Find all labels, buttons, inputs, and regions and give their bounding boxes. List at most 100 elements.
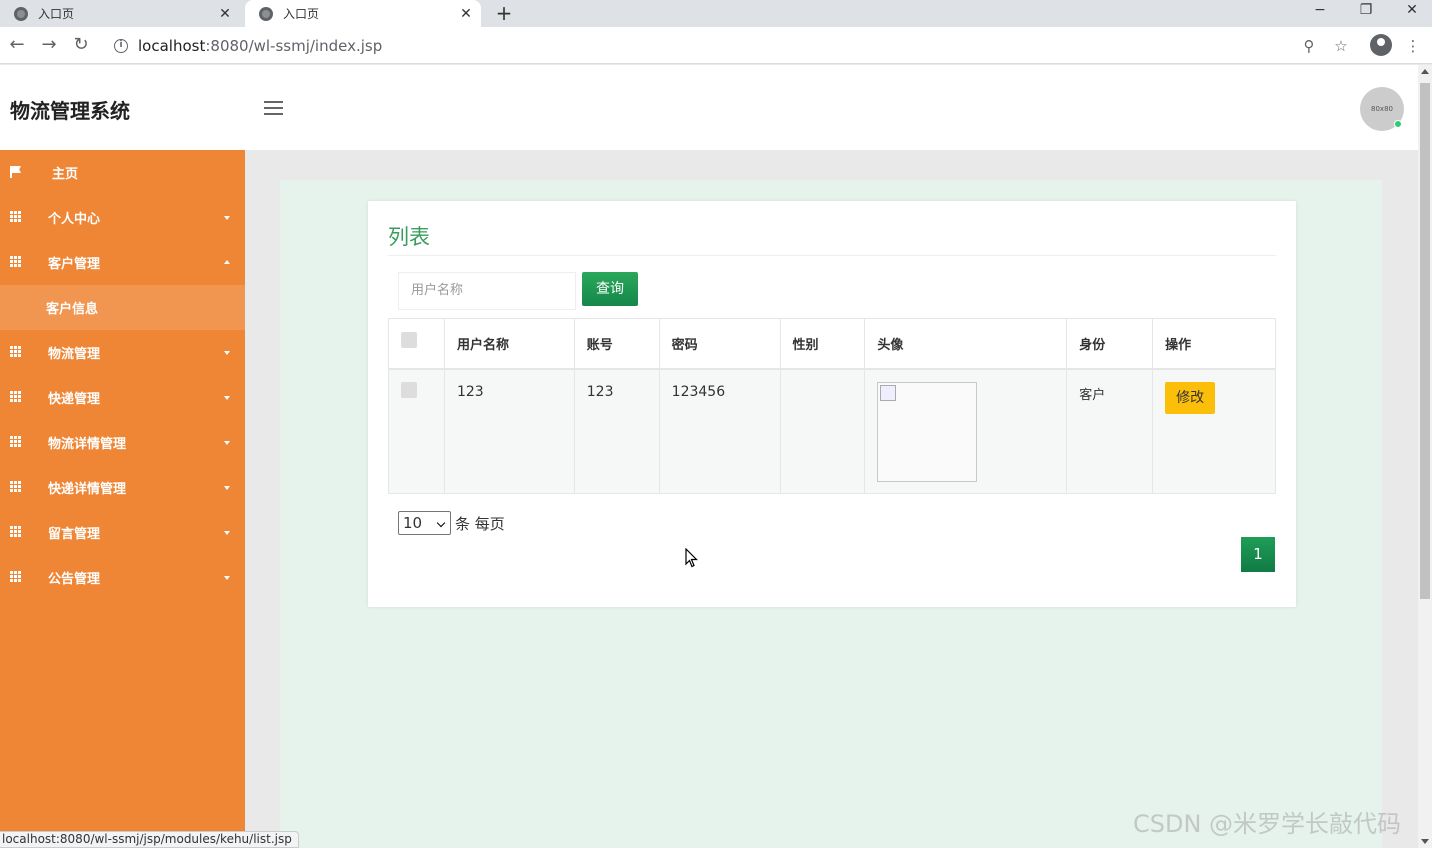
tab-title: 入口页 — [38, 7, 75, 21]
cell-username: 123 — [443, 368, 575, 494]
caret-down-icon — [224, 486, 230, 490]
minimize-icon[interactable]: − — [1297, 0, 1343, 22]
row-select-cell — [388, 368, 445, 494]
url-path: :8080/wl-ssmj/index.jsp — [205, 36, 383, 55]
column-header: 性别 — [779, 318, 866, 369]
sidebar-subitem-customer-info[interactable]: 客户信息 — [0, 285, 245, 330]
caret-down-icon — [224, 441, 230, 445]
sidebar-item-logistics-detail-management[interactable]: 物流详情管理 — [0, 420, 245, 465]
page-title: 列表 — [388, 225, 430, 249]
column-header: 密码 — [658, 318, 781, 369]
close-icon[interactable]: ✕ — [457, 6, 475, 22]
column-header: 账号 — [573, 318, 660, 369]
page-scrollbar[interactable] — [1418, 65, 1432, 848]
back-arrow-icon[interactable]: ← — [6, 35, 28, 57]
forward-arrow-icon[interactable]: → — [38, 35, 60, 57]
sidebar: 主页 个人中心 客户管理 客户信息 物流管理 快递管理 物流详情管理 快递详情管… — [0, 150, 245, 848]
profile-icon[interactable] — [1370, 34, 1392, 56]
caret-down-icon — [224, 576, 230, 580]
select-all-checkbox[interactable] — [401, 332, 417, 349]
page-viewport: 物流管理系统 80x80 主页 个人中心 客户管理 客户信息 物流管理 快递管理 — [0, 65, 1418, 848]
row-checkbox[interactable] — [401, 381, 417, 398]
caret-down-icon — [224, 351, 230, 355]
grid-icon — [10, 436, 22, 447]
sidebar-item-message-management[interactable]: 留言管理 — [0, 510, 245, 555]
cell-account: 123 — [573, 368, 660, 494]
online-status-dot — [1394, 120, 1402, 128]
sidebar-item-label: 客户管理 — [48, 257, 101, 272]
scroll-up-arrow-icon[interactable] — [1421, 69, 1429, 74]
close-icon[interactable]: ✕ — [216, 6, 234, 22]
tab-title: 入口页 — [283, 7, 320, 21]
watermark-text: CSDN @米罗学长敲代码 — [1133, 810, 1402, 838]
search-input[interactable]: 用户名称 — [398, 272, 576, 310]
select-all-header — [388, 318, 445, 369]
reload-icon[interactable]: ↻ — [70, 35, 92, 57]
caret-down-icon — [224, 216, 230, 220]
brand-title: 物流管理系统 — [10, 99, 130, 123]
sidebar-item-home[interactable]: 主页 — [0, 150, 245, 195]
sidebar-item-label: 主页 — [52, 167, 79, 182]
sidebar-item-label: 留言管理 — [48, 527, 101, 542]
browser-tab-bar: 入口页 ✕ 入口页 ✕ + − ❐ ✕ — [0, 0, 1432, 27]
sidebar-item-express-detail-management[interactable]: 快递详情管理 — [0, 465, 245, 510]
info-icon[interactable]: i — [114, 38, 128, 53]
new-tab-icon[interactable]: + — [492, 1, 516, 25]
sidebar-item-logistics-management[interactable]: 物流管理 — [0, 330, 245, 375]
app-header: 物流管理系统 80x80 — [0, 65, 1418, 150]
window-close-icon[interactable]: ✕ — [1389, 0, 1432, 22]
sidebar-item-express-management[interactable]: 快递管理 — [0, 375, 245, 420]
broken-image-icon — [877, 381, 978, 482]
pagination-page-1[interactable]: 1 — [1241, 537, 1275, 572]
sidebar-item-announcement-management[interactable]: 公告管理 — [0, 555, 245, 600]
column-header: 头像 — [864, 318, 1068, 369]
globe-icon — [259, 6, 273, 21]
cell-avatar — [864, 368, 1068, 494]
scrollbar-thumb[interactable] — [1420, 83, 1430, 599]
address-bar[interactable]: i localhost:8080/wl-ssmj/index.jsp — [104, 31, 1362, 60]
caret-up-icon — [224, 260, 230, 264]
browser-tab-1[interactable]: 入口页 ✕ — [0, 0, 240, 27]
url-host: localhost — [138, 36, 206, 55]
flag-icon — [10, 166, 22, 178]
grid-icon — [10, 526, 22, 537]
sidebar-item-label: 物流详情管理 — [48, 437, 127, 452]
list-panel: 列表 用户名称 查询 用户名称 账号 密码 性别 头像 身份 操作 123 12… — [368, 201, 1296, 607]
column-header: 身份 — [1066, 318, 1154, 369]
grid-icon — [10, 391, 22, 402]
sidebar-item-label: 快递详情管理 — [48, 482, 127, 497]
hamburger-menu-icon[interactable] — [264, 101, 283, 115]
cell-role: 客户 — [1066, 368, 1154, 494]
caret-down-icon — [224, 531, 230, 535]
status-bar-url: localhost:8080/wl-ssmj/jsp/modules/kehu/… — [0, 831, 299, 848]
cell-actions: 修改 — [1152, 368, 1276, 494]
star-icon[interactable]: ☆ — [1330, 35, 1352, 57]
sidebar-item-customer-management[interactable]: 客户管理 — [0, 240, 245, 285]
grid-icon — [10, 481, 22, 492]
page-size-control: 10 条 每页 — [398, 511, 505, 535]
search-button[interactable]: 查询 — [582, 272, 638, 306]
sidebar-item-label: 个人中心 — [48, 212, 101, 227]
data-table: 用户名称 账号 密码 性别 头像 身份 操作 123 123 123456 客户… — [388, 318, 1276, 494]
sidebar-item-personal-center[interactable]: 个人中心 — [0, 195, 245, 240]
table-row: 123 123 123456 客户 修改 — [388, 368, 1276, 494]
globe-icon — [14, 6, 28, 21]
edit-button[interactable]: 修改 — [1165, 381, 1216, 414]
grid-icon — [10, 211, 22, 222]
key-icon[interactable]: ⚲ — [1298, 35, 1320, 57]
cell-gender — [779, 368, 866, 494]
column-header: 操作 — [1152, 318, 1276, 369]
sidebar-item-label: 物流管理 — [48, 347, 101, 362]
caret-down-icon — [224, 396, 230, 400]
sidebar-item-label: 快递管理 — [48, 392, 101, 407]
browser-tab-2[interactable]: 入口页 ✕ — [245, 0, 481, 27]
page-size-select[interactable]: 10 — [398, 511, 451, 535]
grid-icon — [10, 256, 22, 267]
table-header-row: 用户名称 账号 密码 性别 头像 身份 操作 — [388, 318, 1276, 369]
grid-icon — [10, 571, 22, 582]
menu-dots-icon[interactable]: ⋮ — [1402, 35, 1424, 57]
scroll-down-arrow-icon[interactable] — [1421, 839, 1429, 844]
url-text: localhost:8080/wl-ssmj/index.jsp — [138, 37, 382, 55]
restore-icon[interactable]: ❐ — [1343, 0, 1389, 22]
sidebar-item-label: 公告管理 — [48, 572, 101, 587]
